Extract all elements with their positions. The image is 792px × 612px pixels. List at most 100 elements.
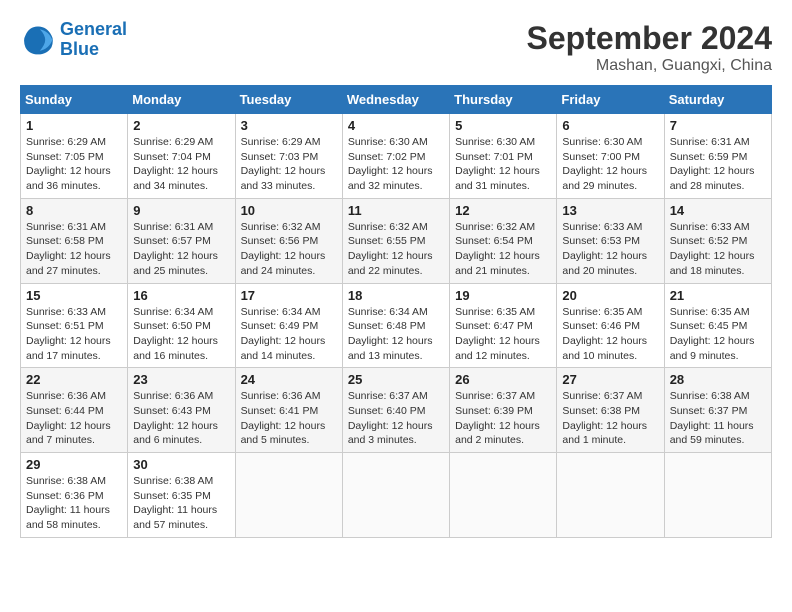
- day-number: 11: [348, 203, 444, 218]
- weekday-header-tuesday: Tuesday: [235, 86, 342, 114]
- day-info: Sunrise: 6:36 AM Sunset: 6:41 PM Dayligh…: [241, 389, 337, 448]
- day-info: Sunrise: 6:31 AM Sunset: 6:57 PM Dayligh…: [133, 220, 229, 279]
- calendar-cell: 20 Sunrise: 6:35 AM Sunset: 6:46 PM Dayl…: [557, 283, 664, 368]
- day-info: Sunrise: 6:34 AM Sunset: 6:49 PM Dayligh…: [241, 305, 337, 364]
- day-info: Sunrise: 6:35 AM Sunset: 6:47 PM Dayligh…: [455, 305, 551, 364]
- header: General Blue September 2024 Mashan, Guan…: [20, 20, 772, 75]
- day-number: 17: [241, 288, 337, 303]
- month-title: September 2024: [527, 20, 772, 57]
- day-info: Sunrise: 6:29 AM Sunset: 7:05 PM Dayligh…: [26, 135, 122, 194]
- calendar-cell: 7 Sunrise: 6:31 AM Sunset: 6:59 PM Dayli…: [664, 114, 771, 199]
- day-number: 21: [670, 288, 766, 303]
- day-info: Sunrise: 6:32 AM Sunset: 6:55 PM Dayligh…: [348, 220, 444, 279]
- day-info: Sunrise: 6:34 AM Sunset: 6:50 PM Dayligh…: [133, 305, 229, 364]
- day-info: Sunrise: 6:30 AM Sunset: 7:00 PM Dayligh…: [562, 135, 658, 194]
- calendar-cell: 27 Sunrise: 6:37 AM Sunset: 6:38 PM Dayl…: [557, 368, 664, 453]
- calendar-cell: 30 Sunrise: 6:38 AM Sunset: 6:35 PM Dayl…: [128, 453, 235, 538]
- day-number: 5: [455, 118, 551, 133]
- day-info: Sunrise: 6:38 AM Sunset: 6:36 PM Dayligh…: [26, 474, 122, 533]
- day-info: Sunrise: 6:33 AM Sunset: 6:53 PM Dayligh…: [562, 220, 658, 279]
- calendar-cell: [235, 453, 342, 538]
- day-info: Sunrise: 6:32 AM Sunset: 6:54 PM Dayligh…: [455, 220, 551, 279]
- day-number: 14: [670, 203, 766, 218]
- day-number: 19: [455, 288, 551, 303]
- day-number: 18: [348, 288, 444, 303]
- calendar-cell: [557, 453, 664, 538]
- day-number: 29: [26, 457, 122, 472]
- day-info: Sunrise: 6:31 AM Sunset: 6:58 PM Dayligh…: [26, 220, 122, 279]
- calendar-cell: 5 Sunrise: 6:30 AM Sunset: 7:01 PM Dayli…: [450, 114, 557, 199]
- logo-text: General Blue: [60, 20, 127, 60]
- calendar-cell: 25 Sunrise: 6:37 AM Sunset: 6:40 PM Dayl…: [342, 368, 449, 453]
- logo-line1: General: [60, 19, 127, 39]
- location-title: Mashan, Guangxi, China: [527, 57, 772, 75]
- day-number: 13: [562, 203, 658, 218]
- day-number: 26: [455, 372, 551, 387]
- day-number: 2: [133, 118, 229, 133]
- calendar-cell: 22 Sunrise: 6:36 AM Sunset: 6:44 PM Dayl…: [21, 368, 128, 453]
- week-row-5: 29 Sunrise: 6:38 AM Sunset: 6:36 PM Dayl…: [21, 453, 772, 538]
- calendar-cell: 3 Sunrise: 6:29 AM Sunset: 7:03 PM Dayli…: [235, 114, 342, 199]
- logo-icon: [20, 22, 56, 58]
- week-row-1: 1 Sunrise: 6:29 AM Sunset: 7:05 PM Dayli…: [21, 114, 772, 199]
- calendar-cell: 15 Sunrise: 6:33 AM Sunset: 6:51 PM Dayl…: [21, 283, 128, 368]
- day-number: 25: [348, 372, 444, 387]
- calendar-cell: 14 Sunrise: 6:33 AM Sunset: 6:52 PM Dayl…: [664, 198, 771, 283]
- weekday-header-saturday: Saturday: [664, 86, 771, 114]
- day-info: Sunrise: 6:31 AM Sunset: 6:59 PM Dayligh…: [670, 135, 766, 194]
- day-info: Sunrise: 6:38 AM Sunset: 6:37 PM Dayligh…: [670, 389, 766, 448]
- calendar-cell: 23 Sunrise: 6:36 AM Sunset: 6:43 PM Dayl…: [128, 368, 235, 453]
- calendar-cell: 6 Sunrise: 6:30 AM Sunset: 7:00 PM Dayli…: [557, 114, 664, 199]
- day-number: 30: [133, 457, 229, 472]
- calendar-cell: [450, 453, 557, 538]
- calendar-cell: 28 Sunrise: 6:38 AM Sunset: 6:37 PM Dayl…: [664, 368, 771, 453]
- day-info: Sunrise: 6:33 AM Sunset: 6:52 PM Dayligh…: [670, 220, 766, 279]
- day-number: 16: [133, 288, 229, 303]
- day-number: 28: [670, 372, 766, 387]
- day-number: 20: [562, 288, 658, 303]
- day-number: 27: [562, 372, 658, 387]
- day-number: 8: [26, 203, 122, 218]
- calendar-cell: 24 Sunrise: 6:36 AM Sunset: 6:41 PM Dayl…: [235, 368, 342, 453]
- week-row-4: 22 Sunrise: 6:36 AM Sunset: 6:44 PM Dayl…: [21, 368, 772, 453]
- day-number: 15: [26, 288, 122, 303]
- calendar-cell: 18 Sunrise: 6:34 AM Sunset: 6:48 PM Dayl…: [342, 283, 449, 368]
- calendar-cell: 1 Sunrise: 6:29 AM Sunset: 7:05 PM Dayli…: [21, 114, 128, 199]
- calendar-cell: 9 Sunrise: 6:31 AM Sunset: 6:57 PM Dayli…: [128, 198, 235, 283]
- calendar-cell: 17 Sunrise: 6:34 AM Sunset: 6:49 PM Dayl…: [235, 283, 342, 368]
- calendar-cell: 26 Sunrise: 6:37 AM Sunset: 6:39 PM Dayl…: [450, 368, 557, 453]
- day-info: Sunrise: 6:35 AM Sunset: 6:46 PM Dayligh…: [562, 305, 658, 364]
- calendar-cell: 13 Sunrise: 6:33 AM Sunset: 6:53 PM Dayl…: [557, 198, 664, 283]
- calendar-cell: 11 Sunrise: 6:32 AM Sunset: 6:55 PM Dayl…: [342, 198, 449, 283]
- day-info: Sunrise: 6:32 AM Sunset: 6:56 PM Dayligh…: [241, 220, 337, 279]
- day-number: 9: [133, 203, 229, 218]
- week-row-3: 15 Sunrise: 6:33 AM Sunset: 6:51 PM Dayl…: [21, 283, 772, 368]
- calendar-cell: [342, 453, 449, 538]
- calendar-cell: 12 Sunrise: 6:32 AM Sunset: 6:54 PM Dayl…: [450, 198, 557, 283]
- weekday-header-wednesday: Wednesday: [342, 86, 449, 114]
- day-info: Sunrise: 6:35 AM Sunset: 6:45 PM Dayligh…: [670, 305, 766, 364]
- calendar-cell: 19 Sunrise: 6:35 AM Sunset: 6:47 PM Dayl…: [450, 283, 557, 368]
- weekday-header-sunday: Sunday: [21, 86, 128, 114]
- calendar-cell: 2 Sunrise: 6:29 AM Sunset: 7:04 PM Dayli…: [128, 114, 235, 199]
- day-number: 24: [241, 372, 337, 387]
- day-info: Sunrise: 6:37 AM Sunset: 6:40 PM Dayligh…: [348, 389, 444, 448]
- calendar-cell: 10 Sunrise: 6:32 AM Sunset: 6:56 PM Dayl…: [235, 198, 342, 283]
- day-info: Sunrise: 6:37 AM Sunset: 6:38 PM Dayligh…: [562, 389, 658, 448]
- day-info: Sunrise: 6:37 AM Sunset: 6:39 PM Dayligh…: [455, 389, 551, 448]
- calendar-cell: 29 Sunrise: 6:38 AM Sunset: 6:36 PM Dayl…: [21, 453, 128, 538]
- day-info: Sunrise: 6:36 AM Sunset: 6:43 PM Dayligh…: [133, 389, 229, 448]
- day-info: Sunrise: 6:30 AM Sunset: 7:01 PM Dayligh…: [455, 135, 551, 194]
- day-info: Sunrise: 6:33 AM Sunset: 6:51 PM Dayligh…: [26, 305, 122, 364]
- day-info: Sunrise: 6:34 AM Sunset: 6:48 PM Dayligh…: [348, 305, 444, 364]
- weekday-header-friday: Friday: [557, 86, 664, 114]
- calendar-table: SundayMondayTuesdayWednesdayThursdayFrid…: [20, 85, 772, 538]
- day-info: Sunrise: 6:38 AM Sunset: 6:35 PM Dayligh…: [133, 474, 229, 533]
- calendar-cell: 8 Sunrise: 6:31 AM Sunset: 6:58 PM Dayli…: [21, 198, 128, 283]
- calendar-cell: [664, 453, 771, 538]
- title-block: September 2024 Mashan, Guangxi, China: [527, 20, 772, 75]
- calendar-cell: 4 Sunrise: 6:30 AM Sunset: 7:02 PM Dayli…: [342, 114, 449, 199]
- logo-line2: Blue: [60, 39, 99, 59]
- weekday-header-row: SundayMondayTuesdayWednesdayThursdayFrid…: [21, 86, 772, 114]
- weekday-header-thursday: Thursday: [450, 86, 557, 114]
